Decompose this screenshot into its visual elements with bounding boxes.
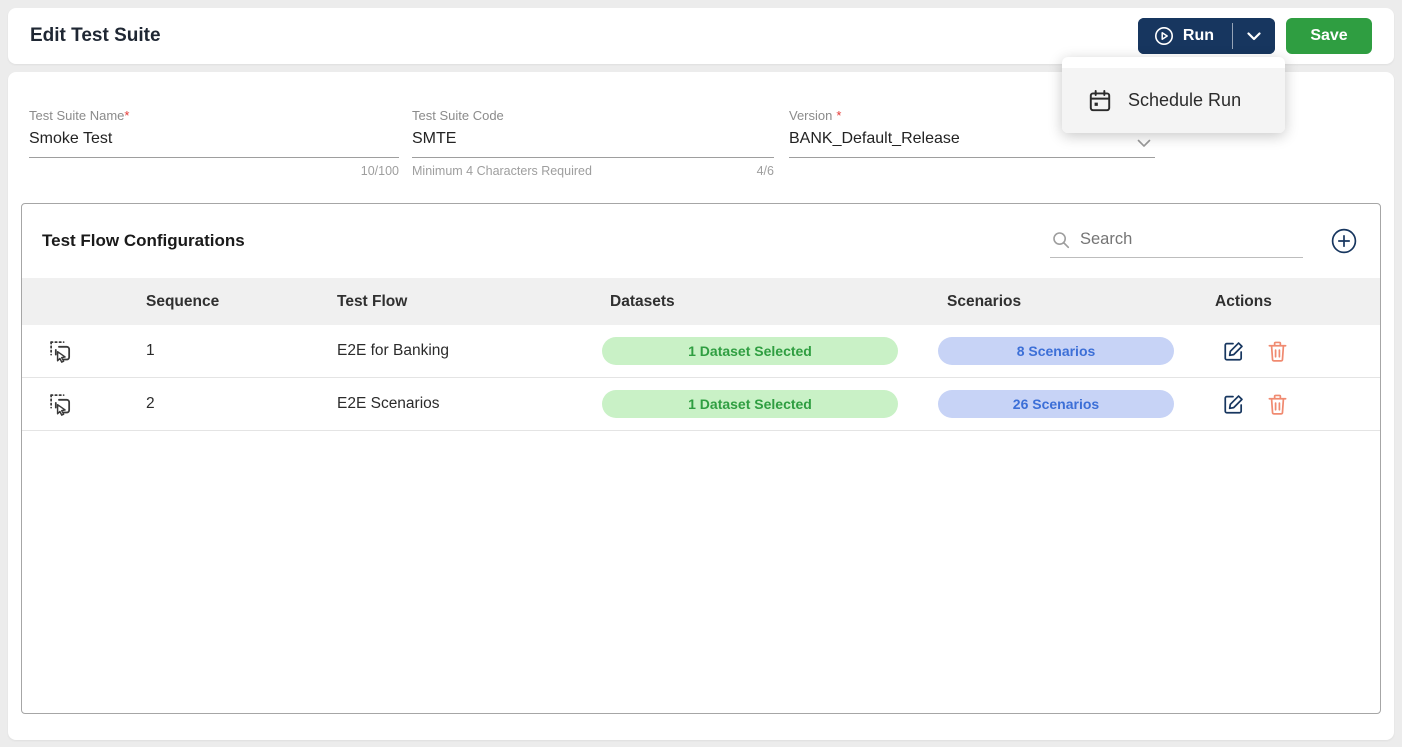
run-dropdown-toggle[interactable]: [1233, 18, 1275, 54]
header-bar: Edit Test Suite Run: [8, 8, 1394, 64]
page: Edit Test Suite Run: [0, 0, 1402, 747]
page-title: Edit Test Suite: [30, 25, 161, 47]
plus-circle-icon: [1331, 228, 1357, 254]
edit-icon: [1222, 340, 1245, 363]
card-title: Test Flow Configurations: [42, 231, 245, 251]
play-circle-icon: [1154, 26, 1174, 46]
test-flow-cell: E2E Scenarios: [337, 395, 602, 413]
required-asterisk: *: [836, 108, 841, 123]
delete-button[interactable]: [1267, 393, 1288, 416]
char-counter: 10/100: [361, 164, 399, 178]
test-flow-configurations-card: Test Flow Configurations: [21, 203, 1381, 714]
chevron-down-icon[interactable]: [1137, 139, 1151, 148]
table-body: 1 E2E for Banking 1 Dataset Selected 8 S…: [22, 325, 1380, 431]
run-button-label: Run: [1183, 27, 1214, 45]
add-test-flow-button[interactable]: [1331, 228, 1357, 254]
scenarios-badge[interactable]: 26 Scenarios: [938, 390, 1174, 418]
menu-item-label: Schedule Run: [1128, 90, 1241, 111]
test-suite-code-input[interactable]: [412, 123, 774, 158]
search-icon: [1052, 231, 1070, 249]
column-scenarios: Scenarios: [938, 293, 1215, 311]
table-row: 2 E2E Scenarios 1 Dataset Selected 26 Sc…: [22, 378, 1380, 431]
edit-button[interactable]: [1222, 340, 1245, 363]
sequence-cell: 2: [126, 395, 337, 413]
table-card-header: Test Flow Configurations: [22, 204, 1380, 278]
char-counter: 4/6: [757, 164, 774, 178]
edit-button[interactable]: [1222, 393, 1245, 416]
column-sequence: Sequence: [126, 293, 337, 311]
header-actions: Run Save: [1138, 18, 1372, 54]
datasets-badge[interactable]: 1 Dataset Selected: [602, 390, 898, 418]
menu-item-schedule-run[interactable]: Schedule Run: [1062, 68, 1285, 133]
test-flow-cell: E2E for Banking: [337, 342, 602, 360]
column-datasets: Datasets: [602, 293, 938, 311]
save-button[interactable]: Save: [1286, 18, 1372, 54]
test-suite-code-label: Test Suite Code: [412, 108, 774, 123]
field-test-suite-code: Test Suite Code Minimum 4 Characters Req…: [412, 108, 774, 178]
delete-button[interactable]: [1267, 340, 1288, 363]
drag-handle-icon[interactable]: [48, 392, 73, 417]
sequence-cell: 1: [126, 342, 337, 360]
run-split-button: Run: [1138, 18, 1275, 54]
test-suite-name-label: Test Suite Name*: [29, 108, 399, 123]
test-suite-name-input[interactable]: [29, 123, 399, 158]
required-asterisk: *: [124, 108, 129, 123]
field-meta: Minimum 4 Characters Required 4/6: [412, 164, 774, 178]
scenarios-badge[interactable]: 8 Scenarios: [938, 337, 1174, 365]
search-field: [1050, 224, 1303, 258]
table-row: 1 E2E for Banking 1 Dataset Selected 8 S…: [22, 325, 1380, 378]
trash-icon: [1267, 340, 1288, 363]
column-actions: Actions: [1215, 293, 1380, 311]
search-input[interactable]: [1080, 230, 1280, 249]
datasets-badge[interactable]: 1 Dataset Selected: [602, 337, 898, 365]
drag-handle-icon[interactable]: [48, 339, 73, 364]
run-button[interactable]: Run: [1138, 18, 1232, 54]
field-meta: 10/100: [29, 164, 399, 178]
calendar-icon: [1087, 88, 1113, 114]
header-tools: [1050, 224, 1380, 258]
run-dropdown-menu: Schedule Run: [1062, 57, 1285, 133]
edit-icon: [1222, 393, 1245, 416]
trash-icon: [1267, 393, 1288, 416]
field-test-suite-name: Test Suite Name* 10/100: [29, 108, 399, 178]
main-card: Test Suite Name* 10/100 Test Suite Code: [8, 72, 1394, 740]
chevron-down-icon: [1247, 32, 1261, 41]
table-header-row: Sequence Test Flow Datasets Scenarios Ac…: [22, 278, 1380, 325]
column-test-flow: Test Flow: [337, 293, 602, 311]
field-hint: Minimum 4 Characters Required: [412, 164, 592, 178]
